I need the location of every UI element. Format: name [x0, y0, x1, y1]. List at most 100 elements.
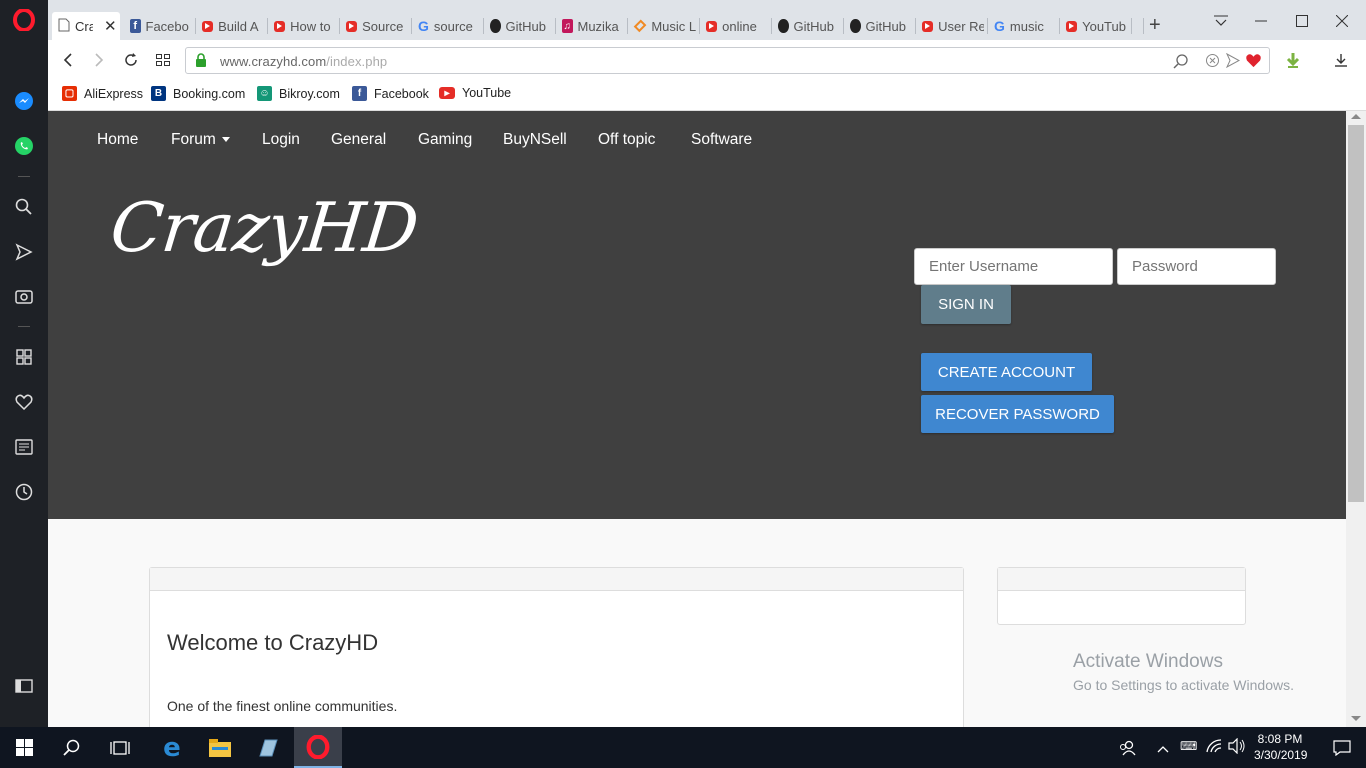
keyboard-icon[interactable]: ⌨ — [1180, 739, 1197, 753]
wifi-icon[interactable] — [1205, 738, 1223, 757]
camera-icon[interactable] — [12, 284, 36, 308]
opera-taskbar-icon[interactable] — [294, 727, 342, 768]
tab-muzika[interactable]: ♫ Muzika — [556, 12, 624, 40]
send-icon[interactable] — [12, 240, 36, 264]
maximize-button[interactable] — [1282, 6, 1322, 36]
opera-logo-icon[interactable] — [12, 8, 36, 32]
scrollbar-thumb[interactable] — [1348, 125, 1364, 502]
tabs-grid-icon[interactable] — [151, 48, 175, 72]
search-icon[interactable] — [48, 727, 96, 768]
music-icon: ♫ — [562, 19, 573, 33]
volume-icon[interactable] — [1228, 737, 1246, 757]
bookmark-facebook[interactable]: f Facebook — [352, 86, 429, 101]
music-diamond-icon — [633, 19, 647, 33]
notification-icon[interactable] — [1318, 727, 1366, 768]
lock-icon — [195, 53, 207, 70]
zoom-icon[interactable] — [1173, 53, 1189, 72]
clock[interactable]: 8:08 PM 3/30/2019 — [1254, 731, 1307, 763]
tab-github-3[interactable]: GitHub — [844, 12, 912, 40]
close-tab-icon[interactable]: ✕ — [104, 17, 117, 35]
tab-facebook[interactable]: f Facebo — [124, 12, 192, 40]
reload-button[interactable] — [119, 48, 143, 72]
tab-github-2[interactable]: GitHub — [772, 12, 840, 40]
task-view-icon[interactable] — [96, 727, 144, 768]
tab-crazyhd[interactable]: Cra ✕ — [52, 12, 120, 40]
tab-label: source — [433, 18, 473, 34]
back-button[interactable] — [56, 48, 80, 72]
history-icon[interactable] — [12, 480, 36, 504]
windows-taskbar: e ⌨ 8:08 PM 3/30/2019 — [0, 727, 1366, 768]
booking-icon: B — [151, 86, 166, 101]
tab-source[interactable]: Source — [340, 12, 408, 40]
nav-buynsell[interactable]: BuyNSell — [503, 131, 567, 149]
welcome-card: Welcome to CrazyHD One of the finest onl… — [149, 567, 964, 727]
tab-menu-icon[interactable] — [1201, 6, 1241, 36]
activate-windows-watermark: Activate Windows Go to Settings to activ… — [1073, 651, 1294, 693]
bookmark-booking[interactable]: B Booking.com — [151, 86, 245, 101]
tab-google-music[interactable]: G music — [988, 12, 1056, 40]
heart-icon[interactable] — [12, 390, 36, 414]
news-icon[interactable] — [12, 435, 36, 459]
new-tab-button[interactable]: + — [1149, 14, 1161, 37]
page-scrollbar[interactable] — [1346, 111, 1366, 727]
messenger-icon[interactable] — [12, 89, 36, 113]
downloads-icon[interactable] — [1329, 48, 1353, 72]
nav-gaming[interactable]: Gaming — [418, 131, 472, 149]
recover-password-button[interactable]: RECOVER PASSWORD — [921, 395, 1114, 433]
tab-youtube[interactable]: YouTub — [1060, 12, 1128, 40]
tab-music-l[interactable]: Music L — [628, 12, 696, 40]
tab-google-source[interactable]: G source — [412, 12, 480, 40]
edge-icon[interactable]: e — [148, 727, 196, 768]
bookmark-youtube[interactable]: ▸ YouTube — [439, 86, 511, 100]
tab-online[interactable]: online — [700, 12, 768, 40]
tab-how-to[interactable]: How to — [268, 12, 336, 40]
whatsapp-icon[interactable] — [12, 134, 36, 158]
tab-label: music — [1009, 18, 1044, 34]
username-input[interactable] — [914, 248, 1113, 285]
bookmark-bikroy[interactable]: ☺ Bikroy.com — [257, 86, 340, 101]
password-input[interactable] — [1117, 248, 1276, 285]
close-window-button[interactable] — [1322, 6, 1362, 36]
tab-build[interactable]: Build A — [196, 12, 264, 40]
nav-forum[interactable]: Forum — [171, 131, 230, 149]
youtube-icon — [346, 20, 358, 32]
send-to-flow-icon[interactable] — [1225, 52, 1241, 71]
nav-home[interactable]: Home — [97, 131, 138, 149]
site-logo[interactable]: CrazyHD — [107, 189, 421, 268]
github-icon — [778, 19, 789, 33]
tab-user-re[interactable]: User Re — [916, 12, 984, 40]
tray-chevron-up-icon[interactable] — [1157, 741, 1169, 756]
nav-login[interactable]: Login — [262, 131, 300, 149]
file-explorer-icon[interactable] — [196, 727, 244, 768]
windows-start-icon[interactable] — [0, 727, 48, 768]
bookmark-aliexpress[interactable]: ▢ AliExpress — [62, 86, 143, 101]
download-extension-icon[interactable] — [1281, 48, 1305, 72]
scroll-up-icon[interactable] — [1351, 114, 1361, 119]
app-icon[interactable] — [244, 727, 292, 768]
bookmark-heart-icon[interactable] — [1245, 53, 1262, 71]
url-host: www.crazyhd.com — [220, 54, 327, 69]
people-icon[interactable] — [1105, 727, 1149, 768]
sidebar-toggle-icon[interactable] — [12, 674, 36, 698]
site-header: Home Forum Login General Gaming BuyNSell… — [48, 111, 1346, 519]
create-account-button[interactable]: CREATE ACCOUNT — [921, 353, 1092, 391]
tab-github[interactable]: GitHub — [484, 12, 552, 40]
tab-strip: Cra ✕ f Facebo Build A How to Source G s… — [48, 0, 1366, 40]
forward-button[interactable] — [87, 48, 111, 72]
nav-off-topic[interactable]: Off topic — [598, 131, 655, 149]
sign-in-button[interactable]: SIGN IN — [921, 285, 1011, 324]
adblock-icon[interactable] — [1205, 53, 1220, 71]
address-bar[interactable]: www.crazyhd.com/index.php — [185, 47, 1270, 74]
search-icon[interactable] — [12, 195, 36, 219]
url-text: www.crazyhd.com/index.php — [220, 54, 387, 69]
scroll-down-icon[interactable] — [1351, 716, 1361, 721]
nav-general[interactable]: General — [331, 131, 386, 149]
page-icon — [58, 18, 70, 35]
google-icon: G — [994, 18, 1005, 34]
youtube-icon — [1066, 20, 1078, 32]
nav-software[interactable]: Software — [691, 131, 752, 149]
speed-dial-icon[interactable] — [12, 345, 36, 369]
address-toolbar: www.crazyhd.com/index.php — [48, 40, 1366, 80]
minimize-button[interactable] — [1241, 6, 1281, 36]
aliexpress-icon: ▢ — [62, 86, 77, 101]
